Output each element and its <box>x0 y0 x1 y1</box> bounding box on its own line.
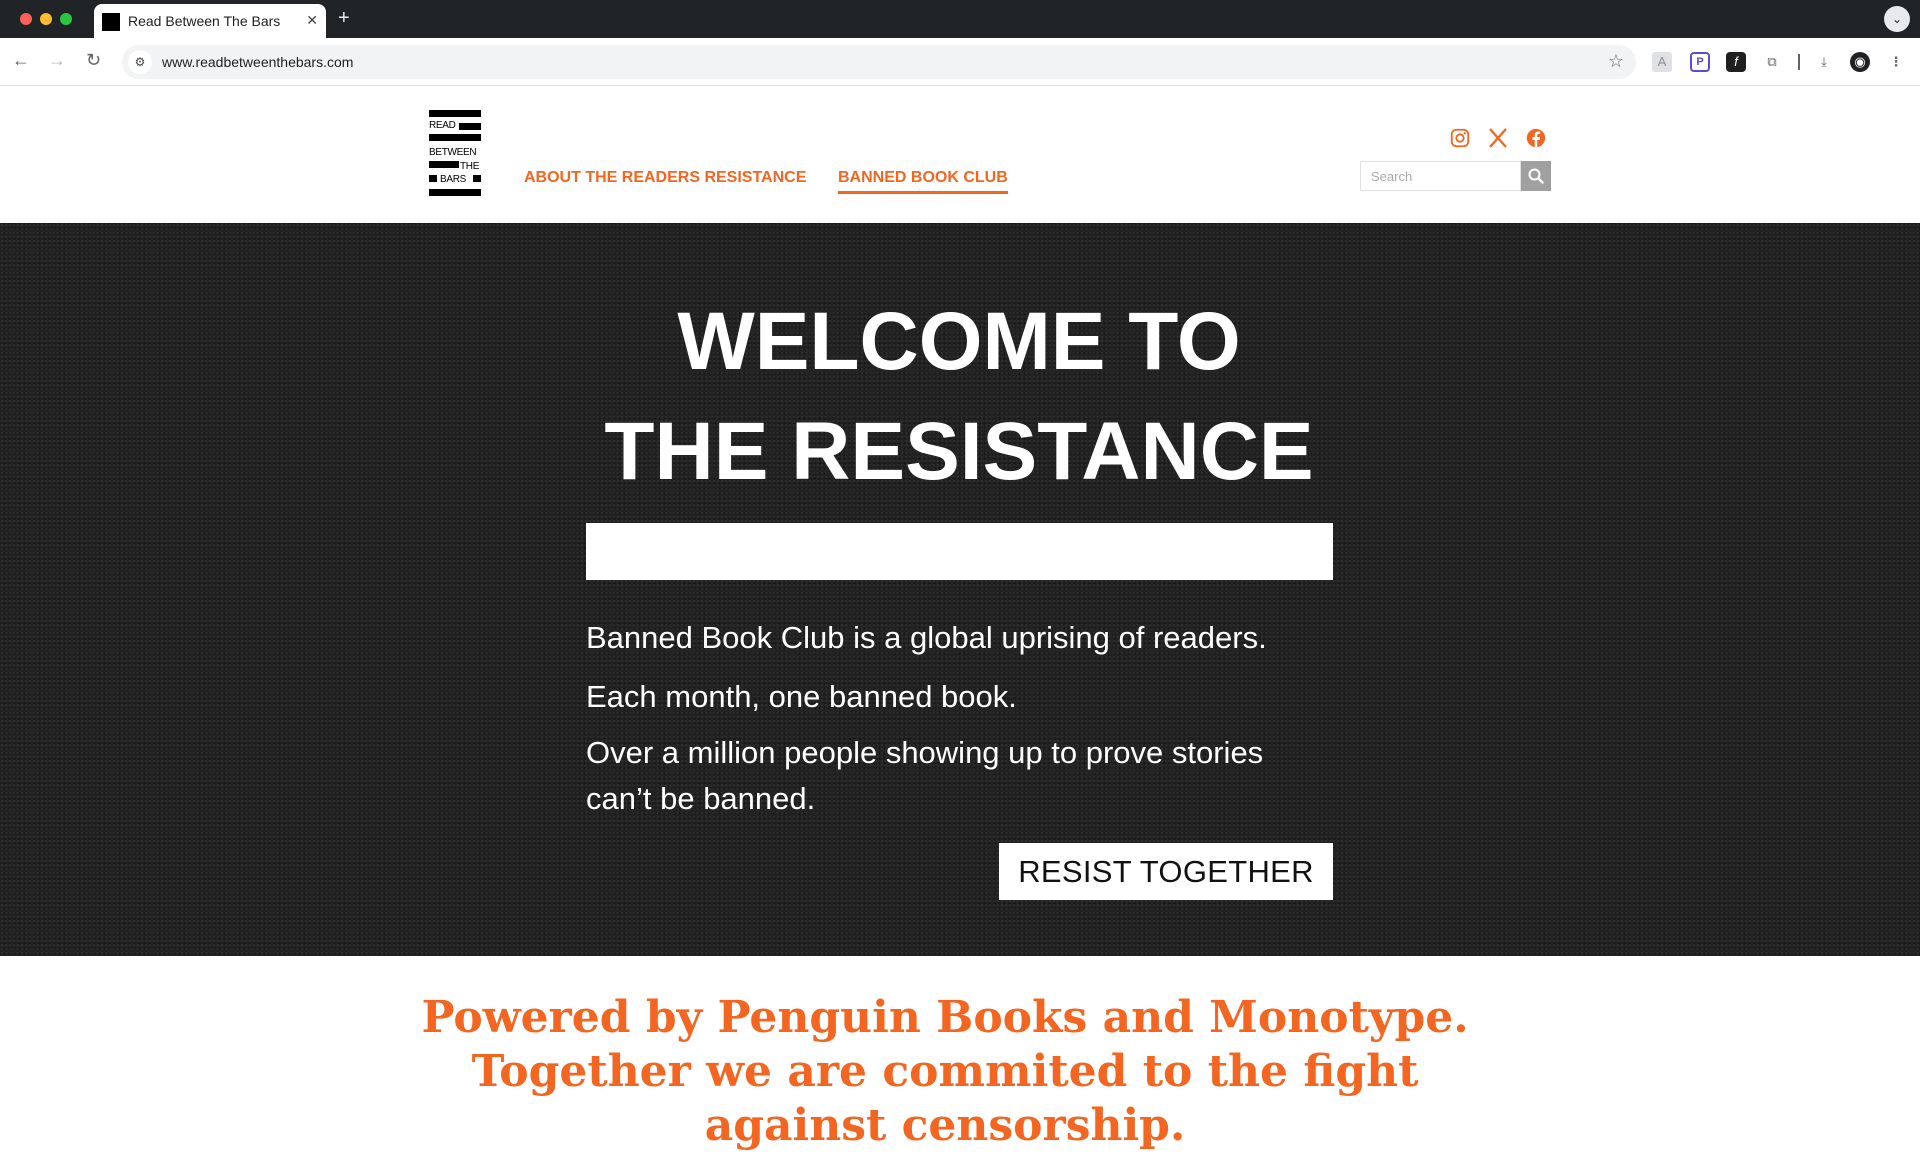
resist-together-button[interactable]: RESIST TOGETHER <box>999 843 1333 900</box>
reload-button[interactable]: ↻ <box>86 50 101 71</box>
hero-paragraph-3: Over a million people showing up to prov… <box>586 735 1264 816</box>
bookmark-star-icon[interactable]: ☆ <box>1608 51 1624 72</box>
site-header: READ BETWEEN THE BARS ABOUT THE READERS … <box>0 87 1920 223</box>
window-minimize-button[interactable] <box>40 13 52 25</box>
logo-bar <box>429 189 481 196</box>
logo-bar <box>459 123 481 130</box>
logo-text-the: THE <box>460 161 480 172</box>
hero-white-bar <box>586 523 1333 580</box>
toolbar-divider <box>1798 54 1800 70</box>
logo-text-between: BETWEEN <box>429 147 477 158</box>
new-tab-button[interactable]: + <box>338 7 350 30</box>
logo-bar <box>429 110 481 117</box>
hero-section: WELCOME TO THE RESISTANCE Banned Book Cl… <box>0 223 1920 956</box>
back-button[interactable]: ← <box>12 50 30 71</box>
powered-line-2: Together we are commited to the fight <box>471 1046 1419 1097</box>
address-bar[interactable]: ⚙ www.readbetweenthebars.com ☆ <box>122 45 1636 79</box>
search-icon <box>1528 168 1544 184</box>
hero-title-line2: THE RESISTANCE <box>604 406 1314 497</box>
window-maximize-button[interactable] <box>60 13 72 25</box>
instagram-icon[interactable] <box>1449 127 1471 149</box>
site-logo[interactable]: READ BETWEEN THE BARS <box>429 110 481 203</box>
powered-line-1: Powered by Penguin Books and Monotype. <box>421 992 1469 1043</box>
nav-link-about[interactable]: ABOUT THE READERS RESISTANCE <box>524 169 806 187</box>
browser-menu-icon[interactable]: ⋮ <box>1886 52 1906 72</box>
extension-translate-icon[interactable]: A <box>1652 52 1672 72</box>
download-icon[interactable]: ⤓ <box>1814 52 1834 72</box>
search-button[interactable] <box>1521 161 1551 191</box>
logo-text-bars: BARS <box>440 174 467 185</box>
powered-line-3: against censorship. <box>704 1100 1186 1151</box>
logo-bar <box>429 161 459 168</box>
profile-avatar-icon[interactable]: ◉ <box>1850 52 1870 72</box>
tab-search-button[interactable]: ⌄ <box>1884 6 1910 32</box>
browser-tab-strip: Read Between The Bars ✕ + ⌄ <box>0 0 1920 38</box>
hero-paragraph-1: Banned Book Club is a global uprising of… <box>586 620 1267 655</box>
logo-bar <box>473 175 481 182</box>
facebook-icon[interactable] <box>1525 127 1547 149</box>
address-url[interactable]: www.readbetweenthebars.com <box>162 54 353 70</box>
hero-title-line1: WELCOME TO <box>677 296 1241 387</box>
browser-tab-active[interactable]: Read Between The Bars ✕ <box>94 4 326 38</box>
hero-title: WELCOME TO THE RESISTANCE <box>586 287 1332 507</box>
forward-button[interactable]: → <box>48 50 66 71</box>
browser-toolbar: ← → ↻ ⚙ www.readbetweenthebars.com ☆ A P… <box>0 38 1920 86</box>
tab-close-icon[interactable]: ✕ <box>306 12 318 29</box>
extension-font-icon[interactable]: f <box>1726 52 1746 72</box>
search-input[interactable] <box>1360 161 1521 191</box>
powered-by-statement: Powered by Penguin Books and Monotype. T… <box>360 991 1530 1153</box>
nav-link-banned-book-club[interactable]: BANNED BOOK CLUB <box>838 169 1008 194</box>
favicon-icon <box>102 13 120 31</box>
logo-text-read: READ <box>429 120 456 131</box>
window-close-button[interactable] <box>20 13 32 25</box>
x-icon[interactable] <box>1487 127 1509 149</box>
logo-bar <box>429 175 437 182</box>
tab-title: Read Between The Bars <box>128 13 281 29</box>
site-info-icon[interactable]: ⚙ <box>128 50 152 74</box>
extension-p-icon[interactable]: P <box>1690 52 1710 72</box>
extensions-puzzle-icon[interactable]: ⧉ <box>1762 52 1782 72</box>
hero-paragraph-2: Each month, one banned book. <box>586 679 1017 714</box>
logo-bar <box>429 134 481 141</box>
